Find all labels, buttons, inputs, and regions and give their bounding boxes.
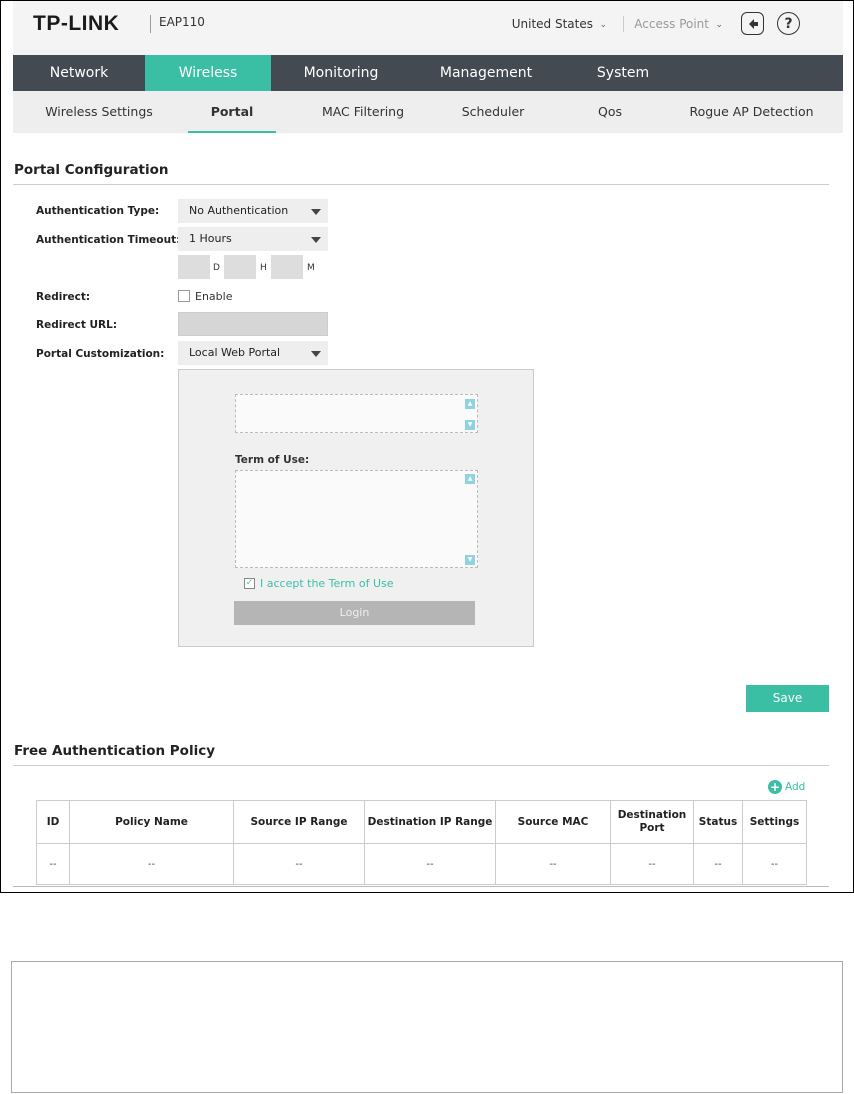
header-divider — [150, 15, 151, 33]
dropdown-arrow-icon — [311, 209, 321, 215]
main-nav: Network Wireless Monitoring Management S… — [13, 55, 843, 91]
mode-select[interactable]: Access Point ⌄ — [633, 15, 727, 35]
tab-scheduler[interactable]: Scheduler — [453, 91, 533, 133]
col-policy-name: Policy Name — [69, 800, 234, 844]
country-select[interactable]: United States ⌄ — [423, 15, 611, 35]
redirect-label: Redirect: — [36, 291, 91, 303]
table-cell: -- — [69, 843, 234, 885]
help-icon: ? — [784, 15, 793, 32]
app-window: TP-LINK EAP110 United States ⌄ Access Po… — [0, 0, 854, 893]
table-cell: -- — [495, 843, 611, 885]
scroll-down-icon[interactable]: ▼ — [465, 555, 475, 565]
tab-qos[interactable]: Qos — [585, 91, 635, 133]
portal-customization-select[interactable]: Local Web Portal — [178, 341, 328, 365]
section-divider — [13, 765, 829, 766]
col-destination-port: Destination Port — [610, 800, 694, 844]
add-policy-button[interactable]: + Add — [768, 779, 805, 795]
timeout-days-input[interactable] — [178, 255, 210, 279]
days-unit-label: D — [213, 263, 220, 273]
help-button[interactable]: ? — [777, 12, 800, 35]
tab-mac-filtering[interactable]: MAC Filtering — [311, 91, 415, 133]
section-title-free-auth-policy: Free Authentication Policy — [14, 743, 216, 759]
timeout-hours-input[interactable] — [224, 255, 256, 279]
minutes-unit-label: M — [307, 263, 315, 273]
scroll-up-icon[interactable]: ▲ — [465, 474, 475, 484]
scroll-down-icon[interactable]: ▼ — [465, 420, 475, 430]
sub-nav: Wireless Settings Portal MAC Filtering S… — [13, 91, 843, 133]
table-row: -- -- -- -- -- -- -- -- — [36, 843, 807, 885]
tab-rogue-ap-detection[interactable]: Rogue AP Detection — [683, 91, 820, 133]
redirect-enable-checkbox[interactable] — [178, 290, 190, 302]
table-cell: -- — [693, 843, 743, 885]
chevron-down-icon: ⌄ — [599, 20, 607, 30]
login-button[interactable]: Login — [234, 601, 475, 625]
nav-system[interactable]: System — [561, 55, 685, 91]
header: TP-LINK EAP110 United States ⌄ Access Po… — [13, 1, 843, 55]
redirect-url-input[interactable] — [178, 312, 328, 336]
nav-management[interactable]: Management — [411, 55, 561, 91]
auth-type-value: No Authentication — [189, 204, 289, 217]
table-cell: -- — [742, 843, 807, 885]
tab-wireless-settings[interactable]: Wireless Settings — [37, 91, 161, 133]
free-auth-policy-table: ID Policy Name Source IP Range Destinati… — [36, 800, 807, 885]
accept-terms-checkbox[interactable]: ✓ — [244, 578, 255, 589]
logout-icon — [748, 18, 758, 29]
redirect-url-label: Redirect URL: — [36, 319, 118, 331]
dropdown-arrow-icon — [311, 237, 321, 243]
col-destination-ip-range: Destination IP Range — [364, 800, 496, 844]
portal-customization-value: Local Web Portal — [189, 346, 281, 359]
save-button[interactable]: Save — [746, 685, 829, 712]
auth-type-label: Authentication Type: — [36, 205, 160, 217]
portal-header-textarea[interactable]: ▲ ▼ — [235, 394, 478, 433]
plus-circle-icon: + — [768, 780, 782, 794]
bottom-divider — [13, 886, 829, 887]
term-of-use-textarea[interactable]: ▲ ▼ — [235, 470, 478, 568]
timeout-minutes-input[interactable] — [271, 255, 303, 279]
auth-type-select[interactable]: No Authentication — [178, 199, 328, 223]
tab-portal[interactable]: Portal — [188, 91, 276, 133]
brand-logo: TP-LINK — [33, 12, 120, 35]
device-model: EAP110 — [159, 15, 205, 29]
country-value: United States — [511, 17, 593, 31]
nav-monitoring[interactable]: Monitoring — [271, 55, 411, 91]
table-cell: -- — [233, 843, 365, 885]
auth-timeout-value: 1 Hours — [189, 232, 232, 245]
col-settings: Settings — [742, 800, 807, 844]
col-source-mac: Source MAC — [495, 800, 611, 844]
add-label: Add — [785, 781, 806, 793]
scroll-up-icon[interactable]: ▲ — [465, 399, 475, 409]
term-of-use-label: Term of Use: — [235, 454, 310, 466]
nav-network[interactable]: Network — [13, 55, 145, 91]
col-id: ID — [36, 800, 70, 844]
auth-timeout-label: Authentication Timeout: — [36, 234, 181, 246]
header-divider — [623, 16, 624, 32]
table-cell: -- — [610, 843, 694, 885]
col-status: Status — [693, 800, 743, 844]
section-title-portal-configuration: Portal Configuration — [14, 162, 169, 178]
empty-panel — [11, 961, 843, 1093]
auth-timeout-select[interactable]: 1 Hours — [178, 227, 328, 251]
redirect-enable-label: Enable — [195, 290, 233, 303]
portal-customization-label: Portal Customization: — [36, 348, 165, 360]
logout-button[interactable] — [741, 12, 764, 35]
table-header-row: ID Policy Name Source IP Range Destinati… — [36, 800, 807, 844]
accept-terms-label: I accept the Term of Use — [260, 577, 394, 590]
portal-preview: ▲ ▼ Term of Use: ▲ ▼ ✓ I accept the Term… — [178, 369, 534, 647]
hours-unit-label: H — [260, 263, 267, 273]
section-divider — [13, 184, 829, 185]
chevron-down-icon: ⌄ — [715, 20, 723, 30]
mode-value: Access Point — [634, 17, 709, 31]
dropdown-arrow-icon — [311, 351, 321, 357]
table-cell: -- — [364, 843, 496, 885]
col-source-ip-range: Source IP Range — [233, 800, 365, 844]
table-cell: -- — [36, 843, 70, 885]
nav-wireless[interactable]: Wireless — [145, 55, 271, 91]
